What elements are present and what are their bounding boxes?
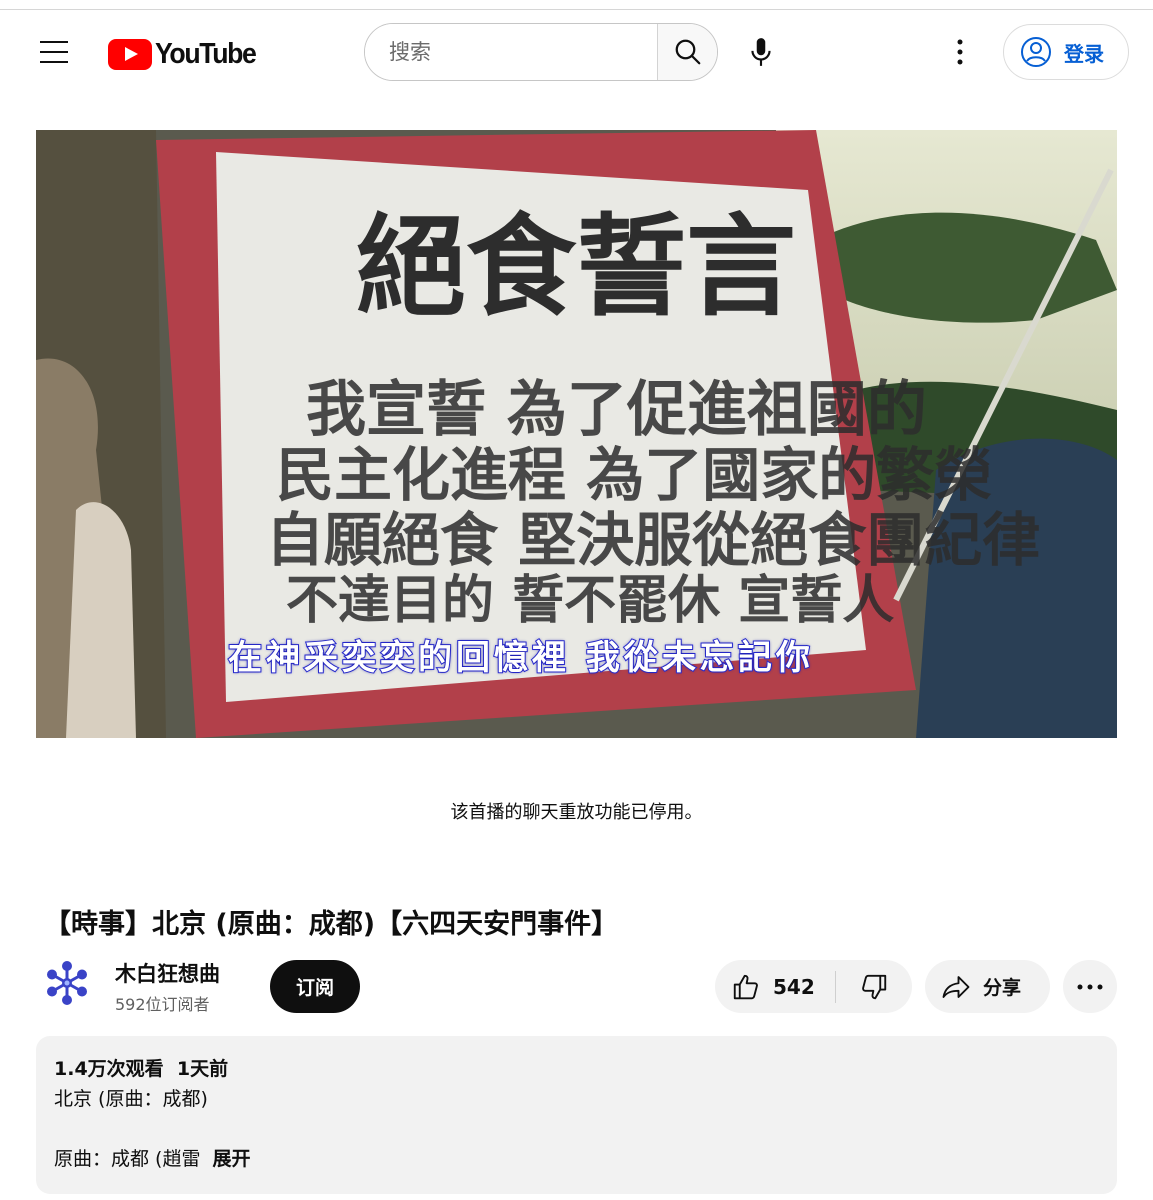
menu-icon[interactable] <box>30 32 78 72</box>
subscribe-button[interactable]: 订阅 <box>270 960 360 1013</box>
search-button[interactable] <box>657 24 717 80</box>
sign-in-button[interactable]: 登录 <box>1003 24 1129 80</box>
chat-replay-disabled-notice: 该首播的聊天重放功能已停用。 <box>450 802 703 823</box>
settings-menu-button[interactable] <box>940 32 980 72</box>
logo-wordmark: YouTube <box>155 37 257 70</box>
description-line-1: 北京 (原曲：成都) <box>54 1088 208 1110</box>
dislike-button[interactable] <box>836 960 912 1013</box>
video-subtitle: 在神采奕奕的回憶裡 我從未忘記你 <box>227 637 814 679</box>
svg-text:不達目的 誓不罷休 宣誓人: 不達目的 誓不罷休 宣誓人 <box>286 570 894 631</box>
video-player[interactable]: 絕食誓言 我宣誓 為了促進祖國的 民主化進程 為了國家的繁榮 自願絕食 堅決服從… <box>36 130 1117 738</box>
masthead: YouTube 登录 <box>0 10 1153 100</box>
svg-text:我宣誓 為了促進祖國的: 我宣誓 為了促進祖國的 <box>306 375 927 445</box>
youtube-logo[interactable]: YouTube <box>108 34 264 74</box>
view-count: 1.4万次观看 <box>54 1058 164 1080</box>
thumbs-down-icon <box>862 974 887 999</box>
sign-in-label: 登录 <box>1064 41 1104 66</box>
video-title: 【時事】北京 (原曲：成都)【六四天安門事件】 <box>44 909 619 940</box>
search-input[interactable] <box>365 24 657 80</box>
top-border <box>0 0 1153 10</box>
svg-text:自願絕食 堅決服從絕食團紀律: 自願絕食 堅決服從絕食團紀律 <box>266 506 1040 574</box>
more-horizontal-icon <box>1077 984 1103 989</box>
channel-name[interactable]: 木白狂想曲 <box>115 958 220 988</box>
more-actions-button[interactable] <box>1063 960 1117 1013</box>
play-logo-icon <box>108 38 152 70</box>
thumbs-up-icon <box>733 974 758 999</box>
view-stats: 1.4万次观看 1天前 <box>54 1054 1099 1084</box>
search-box <box>364 23 718 81</box>
description-line-2-row: 原曲：成都 (趙雷 展开 <box>54 1144 1099 1174</box>
snowflake-logo-icon <box>47 961 87 1005</box>
share-icon <box>942 975 970 998</box>
subscriber-count: 592位订阅者 <box>115 995 210 1014</box>
search-icon <box>675 39 700 65</box>
expand-description-button[interactable]: 展开 <box>212 1148 250 1170</box>
svg-text:民主化進程 為了國家的繁榮: 民主化進程 為了國家的繁榮 <box>276 441 992 509</box>
microphone-icon <box>751 38 771 66</box>
like-dislike-group: 542 <box>715 960 912 1013</box>
svg-text:絕食誓言: 絕食誓言 <box>356 202 796 331</box>
description-line-2: 原曲：成都 (趙雷 <box>54 1148 201 1170</box>
account-icon <box>1021 37 1051 67</box>
channel-avatar[interactable] <box>42 958 92 1008</box>
like-button[interactable]: 542 <box>715 960 835 1013</box>
share-label: 分享 <box>983 977 1022 999</box>
share-button[interactable]: 分享 <box>925 960 1050 1013</box>
upload-age: 1天前 <box>176 1058 229 1080</box>
description-box[interactable]: 1.4万次观看 1天前 北京 (原曲：成都) 原曲：成都 (趙雷 展开 <box>36 1036 1117 1194</box>
voice-search-button[interactable] <box>737 30 785 74</box>
more-vertical-icon <box>957 39 963 65</box>
like-count: 542 <box>773 974 815 999</box>
